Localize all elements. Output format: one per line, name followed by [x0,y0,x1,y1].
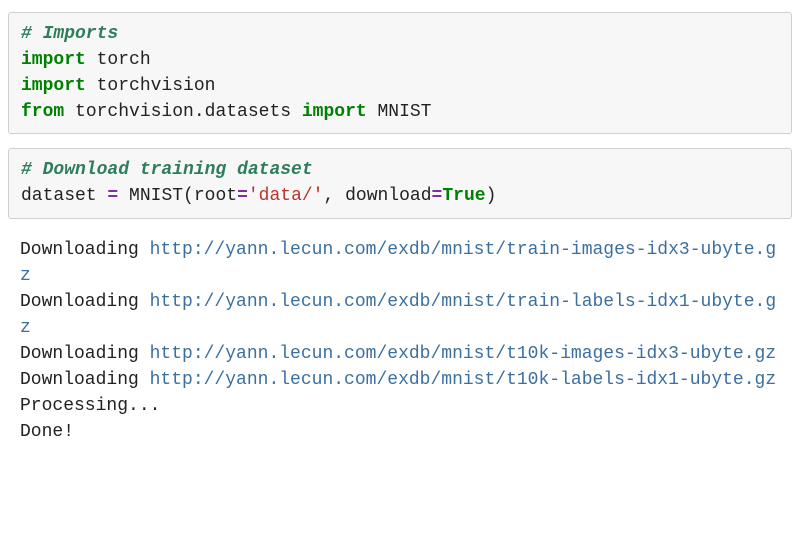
output-line: Downloading http://yann.lecun.com/exdb/m… [20,341,780,367]
code-cell-imports: # Imports import torch import torchvisio… [8,12,792,134]
module-name: torchvision [86,76,216,96]
call-expr: ) [486,186,497,206]
call-expr: , download [324,186,432,206]
keyword-import: import [21,50,86,70]
output-area: Downloading http://yann.lecun.com/exdb/m… [8,233,792,454]
output-line: Downloading http://yann.lecun.com/exdb/m… [20,237,780,289]
module-name: MNIST [367,102,432,122]
keyword-import: import [21,76,86,96]
output-line: Downloading http://yann.lecun.com/exdb/m… [20,289,780,341]
code-cell-download: # Download training dataset dataset = MN… [8,148,792,218]
code-comment: # Download training dataset [21,160,313,180]
operator-equals: = [107,186,118,206]
output-url: http://yann.lecun.com/exdb/mnist/t10k-im… [150,344,777,364]
bool-literal: True [442,186,485,206]
module-path: torchvision.datasets [64,102,302,122]
output-url: http://yann.lecun.com/exdb/mnist/t10k-la… [150,370,777,390]
output-line: Done! [20,419,780,445]
keyword-from: from [21,102,64,122]
string-literal: 'data/' [248,186,324,206]
output-prefix: Downloading [20,370,150,390]
operator-equals: = [237,186,248,206]
output-line: Downloading http://yann.lecun.com/exdb/m… [20,367,780,393]
variable-name: dataset [21,186,107,206]
output-prefix: Downloading [20,344,150,364]
call-expr: MNIST(root [118,186,237,206]
output-prefix: Downloading [20,240,150,260]
keyword-import: import [302,102,367,122]
operator-equals: = [432,186,443,206]
code-comment: # Imports [21,24,118,44]
module-name: torch [86,50,151,70]
output-line: Processing... [20,393,780,419]
output-prefix: Downloading [20,292,150,312]
